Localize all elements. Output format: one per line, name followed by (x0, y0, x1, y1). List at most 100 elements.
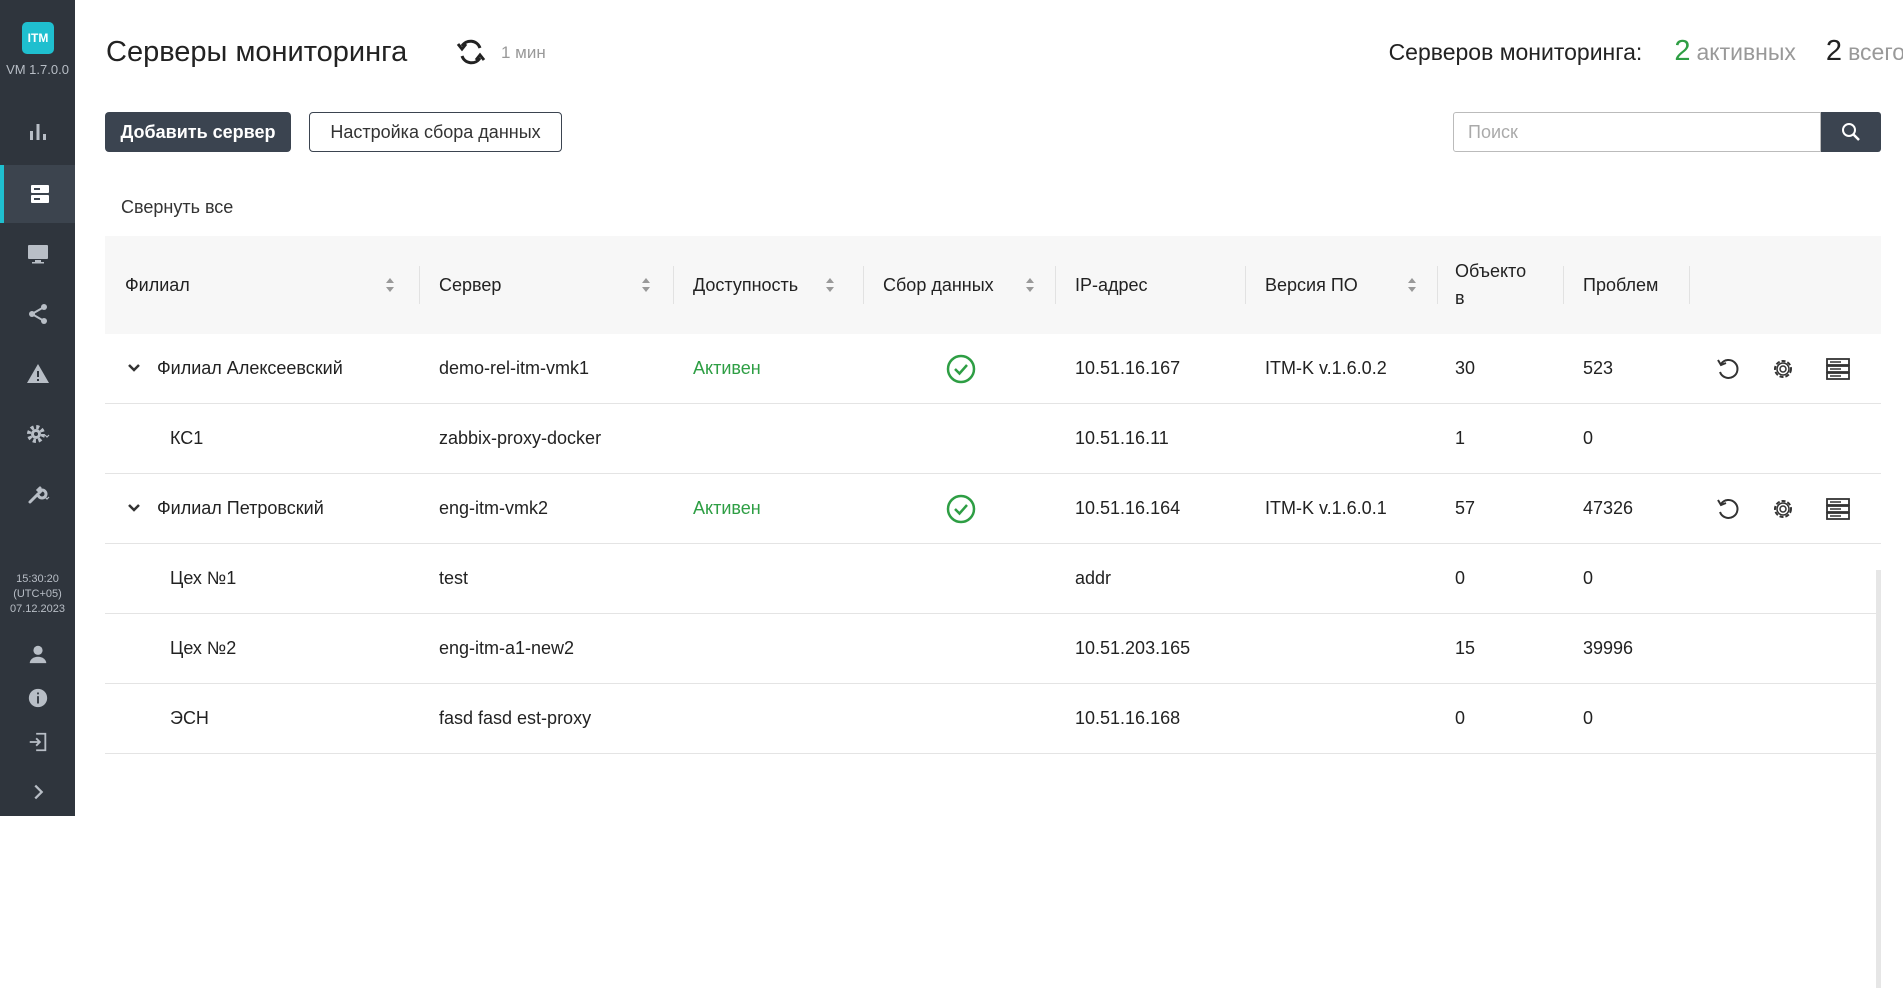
collapse-all-link[interactable]: Свернуть все (121, 197, 233, 218)
share-icon (28, 304, 47, 324)
sort-icon (642, 278, 650, 292)
nav-monitoring[interactable] (0, 225, 75, 283)
column-divider (863, 266, 864, 304)
server-name: eng-itm-a1-new2 (439, 638, 575, 658)
table-row[interactable]: Филиал Алексеевский demo-rel-itm-vmk1 Ак… (105, 334, 1881, 404)
column-divider (1055, 266, 1056, 304)
col-header-ip: IP-адрес (1075, 236, 1245, 334)
app-version: VM 1.7.0.0 (6, 62, 69, 77)
branch-name: Филиал Алексеевский (157, 358, 343, 378)
summary-label: Серверов мониторинга: (1388, 39, 1643, 65)
branch-name: Цех №2 (170, 638, 237, 658)
col-header-data-collection[interactable]: Сбор данных (883, 236, 1055, 334)
ip-address: addr (1075, 568, 1112, 588)
col-header-version[interactable]: Версия ПО (1265, 236, 1437, 334)
add-server-button[interactable]: Добавить сервер (105, 112, 291, 152)
column-divider (1245, 266, 1246, 304)
objects-count: 30 (1455, 358, 1476, 378)
gear-icon (26, 425, 49, 443)
software-version: ITM-K v.1.6.0.1 (1265, 498, 1387, 518)
col-header-branch[interactable]: Филиал (125, 236, 415, 334)
check-circle-icon (946, 494, 976, 524)
nav-servers[interactable] (0, 165, 75, 223)
main-content: Серверы мониторинга 1 мин Серверов монит… (75, 0, 1903, 988)
chevron-down-icon[interactable] (125, 334, 143, 403)
col-header-label: Объекто в (1455, 261, 1527, 308)
servers-table: Филиал Сервер Доступность Сбор данных IP… (105, 236, 1881, 988)
search-input[interactable] (1453, 112, 1821, 152)
sidebar-expand[interactable] (0, 772, 75, 812)
itm-logo[interactable]: ITM (22, 22, 54, 54)
server-name: eng-itm-vmk2 (439, 498, 549, 518)
restart-icon[interactable] (1715, 496, 1741, 522)
col-header-problems: Проблем (1583, 236, 1683, 334)
wrench-icon (28, 486, 49, 504)
sort-icon (1026, 278, 1034, 292)
nav-profile[interactable] (0, 634, 75, 674)
sort-icon (1408, 278, 1416, 292)
server-name: zabbix-proxy-docker (439, 428, 602, 448)
col-header-server[interactable]: Сервер (439, 236, 671, 334)
problems-count: 0 (1583, 428, 1594, 448)
search-button[interactable] (1821, 112, 1881, 152)
active-label: активных (1696, 39, 1796, 65)
refresh-interval[interactable]: 1 мин (501, 43, 546, 63)
data-collection-settings-button[interactable]: Настройка сбора данных (309, 112, 562, 152)
sidebar: ITM VM 1.7.0.0 15:30:20 (UTC+05) 07.12.2… (0, 0, 75, 816)
table-row[interactable]: КС1 zabbix-proxy-docker 10.51.16.11 1 0 (105, 404, 1881, 474)
branch-name: КС1 (170, 428, 204, 448)
server-stack-icon[interactable] (1825, 356, 1851, 382)
availability-status: Активен (693, 358, 761, 378)
restart-icon[interactable] (1715, 356, 1741, 382)
nav-tools[interactable] (0, 465, 75, 523)
col-header-label: Доступность (693, 274, 799, 295)
table-scrollbar[interactable] (1876, 570, 1881, 988)
col-header-availability[interactable]: Доступность (693, 236, 855, 334)
objects-count: 15 (1455, 638, 1476, 658)
col-header-label: IP-адрес (1075, 274, 1148, 295)
search-icon (1842, 123, 1860, 141)
col-header-objects: Объекто в (1455, 236, 1555, 334)
col-header-label: Проблем (1583, 274, 1659, 295)
sort-icon (826, 278, 834, 292)
branch-name: Филиал Петровский (157, 498, 324, 518)
column-divider (419, 266, 420, 304)
gear-icon[interactable] (1770, 356, 1796, 382)
expand-chevron-icon (33, 784, 43, 800)
server-name: test (439, 568, 469, 588)
branch-name: ЭСН (170, 708, 209, 728)
ip-address: 10.51.203.165 (1075, 638, 1191, 658)
col-header-label: Филиал (125, 274, 190, 295)
problems-count: 39996 (1583, 638, 1634, 658)
column-divider (673, 266, 674, 304)
nav-about[interactable] (0, 678, 75, 718)
total-label: всего (1848, 39, 1903, 65)
nav-problems[interactable] (0, 345, 75, 403)
servers-icon (30, 185, 49, 203)
objects-count: 0 (1455, 708, 1466, 728)
table-row[interactable]: Цех №2 eng-itm-a1-new2 10.51.203.165 15 … (105, 614, 1881, 684)
nav-logout[interactable] (0, 722, 75, 762)
table-row[interactable]: ЭСН fasd fasd est-proxy 10.51.16.168 0 0 (105, 684, 1881, 754)
ip-address: 10.51.16.11 (1075, 428, 1169, 448)
nav-dashboards[interactable] (0, 103, 75, 161)
info-icon (28, 688, 47, 708)
nav-topology[interactable] (0, 285, 75, 343)
servers-summary: Серверов мониторинга: 2 активных 2 всего (1389, 35, 1903, 68)
col-header-label: Сбор данных (883, 274, 994, 295)
problems-count: 0 (1583, 708, 1594, 728)
table-header: Филиал Сервер Доступность Сбор данных IP… (105, 236, 1881, 334)
chevron-down-icon[interactable] (125, 474, 143, 543)
nav-settings[interactable] (0, 405, 75, 463)
server-stack-icon[interactable] (1825, 496, 1851, 522)
warning-icon (26, 364, 49, 383)
objects-count: 0 (1455, 568, 1466, 588)
col-header-label: Версия ПО (1265, 274, 1358, 295)
table-row[interactable]: Цех №1 test addr 0 0 (105, 544, 1881, 614)
clock-timezone: (UTC+05) (13, 588, 62, 600)
gear-icon[interactable] (1770, 496, 1796, 522)
table-row[interactable]: Филиал Петровский eng-itm-vmk2 Активен 1… (105, 474, 1881, 544)
refresh-icon[interactable] (455, 36, 487, 68)
ip-address: 10.51.16.164 (1075, 498, 1181, 518)
check-circle-icon (946, 354, 976, 384)
